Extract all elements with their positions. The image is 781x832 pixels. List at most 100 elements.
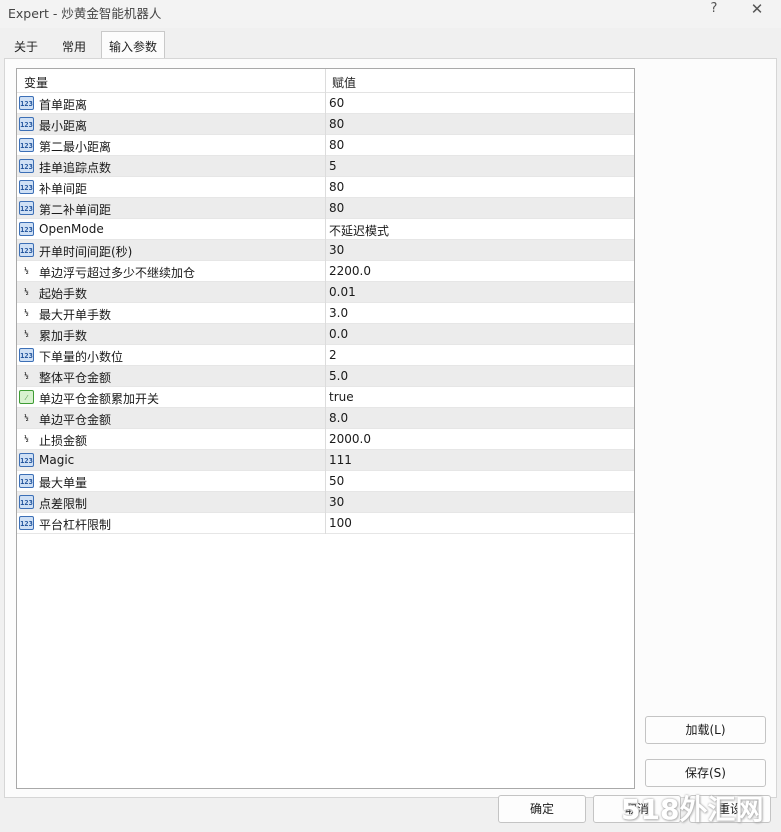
cell-divider bbox=[325, 303, 326, 324]
table-row[interactable]: 123 点差限制 30 bbox=[17, 492, 634, 513]
param-value[interactable]: 111 bbox=[329, 453, 352, 467]
column-header-variable[interactable]: 变量 bbox=[24, 74, 48, 91]
table-row[interactable]: ½ 止损金额 2000.0 bbox=[17, 429, 634, 450]
param-value[interactable]: 5.0 bbox=[329, 369, 348, 383]
tab-inputs[interactable]: 输入参数 bbox=[101, 31, 165, 58]
integer-param-icon: 123 bbox=[19, 516, 34, 530]
param-name: 单边平仓金额 bbox=[39, 413, 112, 427]
close-icon[interactable]: ✕ bbox=[747, 0, 767, 18]
integer-param-icon: 123 bbox=[19, 138, 34, 152]
param-value[interactable]: 0.0 bbox=[329, 327, 348, 341]
cell-divider bbox=[325, 408, 326, 429]
save-button[interactable]: 保存(S) bbox=[645, 759, 766, 787]
table-row[interactable]: ½ 单边平仓金额 8.0 bbox=[17, 408, 634, 429]
param-name: 首单距离 bbox=[39, 98, 88, 112]
integer-param-icon: 123 bbox=[19, 96, 34, 110]
param-value[interactable]: 3.0 bbox=[329, 306, 348, 320]
double-param-icon: ½ bbox=[24, 330, 29, 338]
integer-param-icon: 123 bbox=[19, 495, 34, 509]
integer-param-icon: 123 bbox=[19, 474, 34, 488]
param-value[interactable]: 80 bbox=[329, 180, 344, 194]
cell-divider bbox=[325, 135, 326, 156]
cell-divider bbox=[325, 324, 326, 345]
cell-divider bbox=[325, 219, 326, 240]
table-row[interactable]: 123 开单时间间距(秒) 30 bbox=[17, 240, 634, 261]
param-name: 最大单量 bbox=[39, 476, 88, 490]
column-divider[interactable] bbox=[325, 69, 326, 93]
param-value[interactable]: 2 bbox=[329, 348, 337, 362]
param-value[interactable]: 30 bbox=[329, 495, 344, 509]
integer-param-icon: 123 bbox=[19, 348, 34, 362]
param-name: 挂单追踪点数 bbox=[39, 161, 112, 175]
param-value[interactable]: 2000.0 bbox=[329, 432, 371, 446]
table-row[interactable]: 123 挂单追踪点数 5 bbox=[17, 156, 634, 177]
table-row[interactable]: 123 最小距离 80 bbox=[17, 114, 634, 135]
table-row[interactable]: 123 下单量的小数位 2 bbox=[17, 345, 634, 366]
cell-divider bbox=[325, 345, 326, 366]
param-name: 点差限制 bbox=[39, 497, 88, 511]
ok-button[interactable]: 确定 bbox=[498, 795, 586, 823]
table-row[interactable]: ½ 单边浮亏超过多少不继续加仓 2200.0 bbox=[17, 261, 634, 282]
param-value[interactable]: 2200.0 bbox=[329, 264, 371, 278]
param-value[interactable]: 0.01 bbox=[329, 285, 356, 299]
table-row[interactable]: 123 首单距离 60 bbox=[17, 93, 634, 114]
integer-param-icon: 123 bbox=[19, 201, 34, 215]
cell-divider bbox=[325, 198, 326, 219]
param-value[interactable]: 不延迟模式 bbox=[329, 222, 389, 239]
cell-divider bbox=[325, 177, 326, 198]
table-row[interactable]: 123 补单间距 80 bbox=[17, 177, 634, 198]
tab-about[interactable]: 关于 bbox=[6, 33, 46, 58]
help-icon[interactable]: ? bbox=[707, 1, 721, 16]
table-row[interactable]: ⁄ 单边平仓金额累加开关 true bbox=[17, 387, 634, 408]
param-value[interactable]: 50 bbox=[329, 474, 344, 488]
param-name: OpenMode bbox=[39, 222, 104, 236]
double-param-icon: ½ bbox=[24, 267, 29, 275]
table-row[interactable]: 123 第二最小距离 80 bbox=[17, 135, 634, 156]
column-header-value[interactable]: 赋值 bbox=[332, 74, 356, 91]
param-value[interactable]: 80 bbox=[329, 138, 344, 152]
parameters-grid[interactable]: 变量 赋值 123 首单距离 60 123 最小距离 80 123 第二最小距离 80 123 挂单… bbox=[16, 68, 635, 789]
table-row[interactable]: ½ 整体平仓金额 5.0 bbox=[17, 366, 634, 387]
watermark: 518外汇网 bbox=[621, 793, 764, 826]
tab-common[interactable]: 常用 bbox=[52, 33, 96, 58]
table-row[interactable]: ½ 起始手数 0.01 bbox=[17, 282, 634, 303]
cell-divider bbox=[325, 240, 326, 261]
table-row[interactable]: 123 Magic 111 bbox=[17, 450, 634, 471]
param-value[interactable]: 60 bbox=[329, 96, 344, 110]
cell-divider bbox=[325, 450, 326, 471]
load-button[interactable]: 加载(L) bbox=[645, 716, 766, 744]
table-row[interactable]: 123 第二补单间距 80 bbox=[17, 198, 634, 219]
table-row[interactable]: 123 平台杠杆限制 100 bbox=[17, 513, 634, 534]
double-param-icon: ½ bbox=[24, 414, 29, 422]
table-row[interactable]: ½ 最大开单手数 3.0 bbox=[17, 303, 634, 324]
param-name: 最大开单手数 bbox=[39, 308, 112, 322]
integer-param-icon: 123 bbox=[19, 453, 34, 467]
param-value[interactable]: 80 bbox=[329, 201, 344, 215]
double-param-icon: ½ bbox=[24, 288, 29, 296]
param-name: 补单间距 bbox=[39, 182, 88, 196]
cell-divider bbox=[325, 492, 326, 513]
param-value[interactable]: 80 bbox=[329, 117, 344, 131]
cell-divider bbox=[325, 387, 326, 408]
param-name: 第二补单间距 bbox=[39, 203, 112, 217]
integer-param-icon: 123 bbox=[19, 243, 34, 257]
cell-divider bbox=[325, 114, 326, 135]
table-row[interactable]: 123 最大单量 50 bbox=[17, 471, 634, 492]
param-name: 平台杠杆限制 bbox=[39, 518, 112, 532]
window-title: Expert - 炒黄金智能机器人 bbox=[8, 6, 162, 21]
param-value[interactable]: 30 bbox=[329, 243, 344, 257]
integer-param-icon: 123 bbox=[19, 222, 34, 236]
param-name: 开单时间间距(秒) bbox=[39, 245, 133, 259]
param-name: 止损金额 bbox=[39, 434, 88, 448]
param-value[interactable]: true bbox=[329, 390, 354, 404]
param-name: Magic bbox=[39, 453, 75, 467]
table-row[interactable]: 123 OpenMode 不延迟模式 bbox=[17, 219, 634, 240]
table-row[interactable]: ½ 累加手数 0.0 bbox=[17, 324, 634, 345]
param-value[interactable]: 5 bbox=[329, 159, 337, 173]
param-value[interactable]: 8.0 bbox=[329, 411, 348, 425]
param-name: 最小距离 bbox=[39, 119, 88, 133]
grid-rows: 123 首单距离 60 123 最小距离 80 123 第二最小距离 80 123 挂单追踪点数 5 1… bbox=[17, 93, 634, 534]
cell-divider bbox=[325, 366, 326, 387]
cell-divider bbox=[325, 156, 326, 177]
param-value[interactable]: 100 bbox=[329, 516, 352, 530]
